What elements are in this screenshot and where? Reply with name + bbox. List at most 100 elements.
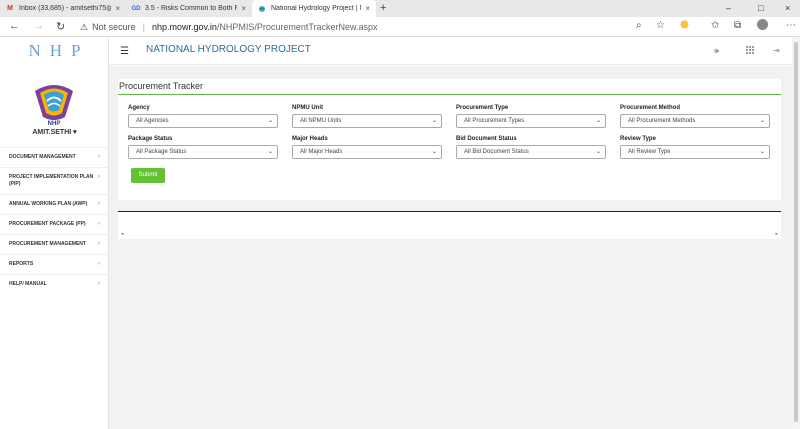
field-label: Major Heads: [292, 136, 328, 142]
forward-icon[interactable]: →: [33, 20, 44, 32]
scroll-right-icon[interactable]: ▸: [775, 231, 778, 237]
star-icon[interactable]: ☆: [656, 20, 665, 31]
chevron-right-icon: ›: [98, 241, 100, 247]
chevron-down-icon: ⌄: [431, 118, 437, 124]
npmu-unit-select[interactable]: All NPMU Units ⌄: [292, 114, 442, 128]
results-grid: ◂ ▸: [118, 211, 781, 239]
npmu-unit-filter: NPMU Unit All NPMU Units ⌄: [292, 105, 442, 128]
tab-title: 3.5 - Risks Common to Both Pha: [145, 5, 238, 12]
page-title: NATIONAL HYDROLOGY PROJECT: [146, 44, 311, 55]
procurement-method-select[interactable]: All Procurement Methods ⌄: [620, 114, 770, 128]
review-type-select[interactable]: All Review Type ⌄: [620, 145, 770, 159]
major-heads-select[interactable]: All Major Heads ⌄: [292, 145, 442, 159]
tab-nhp-active[interactable]: National Hydrology Project | MIS ×: [252, 0, 376, 17]
gd-icon: GD: [131, 5, 141, 12]
chevron-down-icon: ⌄: [267, 118, 273, 124]
reload-icon[interactable]: ↻: [56, 20, 65, 33]
chevron-down-icon: ⌄: [595, 118, 601, 124]
submit-button[interactable]: Submit: [131, 168, 165, 183]
sidebar-item-help[interactable]: HELP/ MANUAL ›: [0, 274, 109, 294]
scroll-left-icon[interactable]: ◂: [121, 231, 124, 237]
sidebar-item-label: PROCUREMENT MANAGEMENT: [9, 241, 86, 247]
extension-icon[interactable]: [680, 20, 689, 32]
select-value: All Agencies: [136, 118, 169, 124]
app-header: ☰ NATIONAL HYDROLOGY PROJECT 🕪 ⇥: [109, 37, 800, 65]
sidebar-item-pp[interactable]: PROCUREMENT PACKAGE (PP) ›: [0, 214, 109, 234]
tab-title: National Hydrology Project | MIS: [271, 5, 361, 12]
procurement-type-select[interactable]: All Procurement Types ⌄: [456, 114, 606, 128]
field-label: Bid Document Status: [456, 136, 517, 142]
browser-tab-strip: M Inbox (33,685) - amitsethi75@gm × GD 3…: [0, 0, 800, 17]
chevron-right-icon: ›: [98, 221, 100, 227]
sidebar-item-label: PROJECT IMPLEMENTATION PLAN (PIP): [9, 174, 94, 187]
sidebar-item-awp[interactable]: ANNUAL WORKING PLAN (AWP) ›: [0, 194, 109, 214]
page-scrollbar[interactable]: [792, 37, 800, 429]
profile-avatar[interactable]: [757, 19, 768, 30]
close-icon[interactable]: ×: [241, 4, 246, 13]
agency-filter: Agency All Agencies ⌄: [128, 105, 278, 128]
sidebar-menu: DOCUMENT MANAGEMENT › PROJECT IMPLEMENTA…: [0, 147, 109, 294]
apps-grid-icon[interactable]: [746, 46, 754, 56]
select-value: All Package Status: [136, 149, 187, 155]
chevron-down-icon: ⌄: [595, 149, 601, 155]
speaker-icon[interactable]: 🕪: [714, 46, 719, 56]
package-status-select[interactable]: All Package Status ⌄: [128, 145, 278, 159]
user-menu[interactable]: AMIT.SETHI ▾: [0, 128, 109, 136]
security-label[interactable]: Not secure: [92, 22, 136, 32]
bid-document-status-select[interactable]: All Bid Document Status ⌄: [456, 145, 606, 159]
minimize-button[interactable]: –: [726, 0, 731, 17]
sidebar-item-procurement-management[interactable]: PROCUREMENT MANAGEMENT ›: [0, 234, 109, 254]
back-icon[interactable]: ←: [9, 20, 20, 32]
sidebar-item-document-management[interactable]: DOCUMENT MANAGEMENT ›: [0, 147, 109, 167]
sidebar-item-label: PROCUREMENT PACKAGE (PP): [9, 221, 86, 227]
site-icon: [258, 5, 266, 13]
field-label: NPMU Unit: [292, 105, 323, 111]
search-icon[interactable]: ⌕: [636, 20, 642, 31]
sidebar-item-label: DOCUMENT MANAGEMENT: [9, 154, 76, 160]
sidebar-item-pip[interactable]: PROJECT IMPLEMENTATION PLAN (PIP) ›: [0, 167, 109, 194]
chevron-right-icon: ›: [98, 261, 100, 267]
chevron-right-icon: ›: [98, 154, 100, 160]
main-content: Procurement Tracker Agency All Agencies ⌄…: [109, 66, 800, 429]
tab-gmail[interactable]: M Inbox (33,685) - amitsethi75@gm ×: [0, 0, 126, 17]
address-bar: ← → ↻ ⚠ Not secure | nhp.mowr.gov.in /NH…: [0, 17, 800, 37]
procurement-method-filter: Procurement Method All Procurement Metho…: [620, 105, 770, 128]
agency-select[interactable]: All Agencies ⌄: [128, 114, 278, 128]
favorites-icon[interactable]: ✩: [711, 20, 719, 31]
new-tab-button[interactable]: +: [380, 0, 386, 17]
gmail-icon: M: [7, 5, 13, 12]
username-label: AMIT.SETHI: [32, 129, 72, 136]
select-value: All Procurement Types: [464, 118, 525, 124]
url-path: /NHPMIS/ProcurementTrackerNew.aspx: [216, 22, 378, 32]
sidebar-item-label: ANNUAL WORKING PLAN (AWP): [9, 201, 88, 207]
card-divider: [118, 94, 781, 95]
close-icon[interactable]: ×: [365, 4, 370, 13]
collections-icon[interactable]: ⧉: [734, 20, 741, 31]
url-field[interactable]: ⚠ Not secure | nhp.mowr.gov.in /NHPMIS/P…: [80, 19, 378, 35]
expand-icon[interactable]: ⇥: [773, 46, 780, 55]
sidebar-item-reports[interactable]: REPORTS ›: [0, 254, 109, 274]
card-title: Procurement Tracker: [119, 81, 204, 91]
brand-text: NHP: [28, 41, 90, 60]
procurement-tracker-card: Procurement Tracker Agency All Agencies ⌄…: [118, 79, 781, 200]
major-heads-filter: Major Heads All Major Heads ⌄: [292, 136, 442, 159]
nhp-logo-icon: NHP: [35, 85, 73, 127]
scrollbar-thumb[interactable]: [794, 42, 798, 422]
select-value: All Bid Document Status: [464, 149, 529, 155]
tab-risks[interactable]: GD 3.5 - Risks Common to Both Pha ×: [126, 0, 252, 17]
close-icon[interactable]: ×: [115, 4, 120, 13]
chevron-right-icon: ›: [98, 201, 100, 207]
field-label: Review Type: [620, 136, 656, 142]
close-window-button[interactable]: ×: [785, 0, 790, 17]
sidebar: NHP NHP AMIT.SETHI ▾ DOCUMENT MANAGEMENT…: [0, 37, 109, 429]
sidebar-item-label: REPORTS: [9, 261, 34, 267]
logo-text: NHP: [48, 121, 61, 127]
chevron-right-icon: ›: [98, 281, 100, 287]
field-label: Procurement Method: [620, 105, 681, 111]
brand-logo-text[interactable]: NHP: [0, 37, 109, 65]
hamburger-menu-icon[interactable]: ☰: [120, 46, 129, 57]
more-icon[interactable]: ⋯: [786, 20, 796, 31]
divider: |: [142, 22, 145, 32]
maximize-button[interactable]: □: [758, 0, 763, 17]
warning-icon[interactable]: ⚠: [80, 22, 88, 33]
